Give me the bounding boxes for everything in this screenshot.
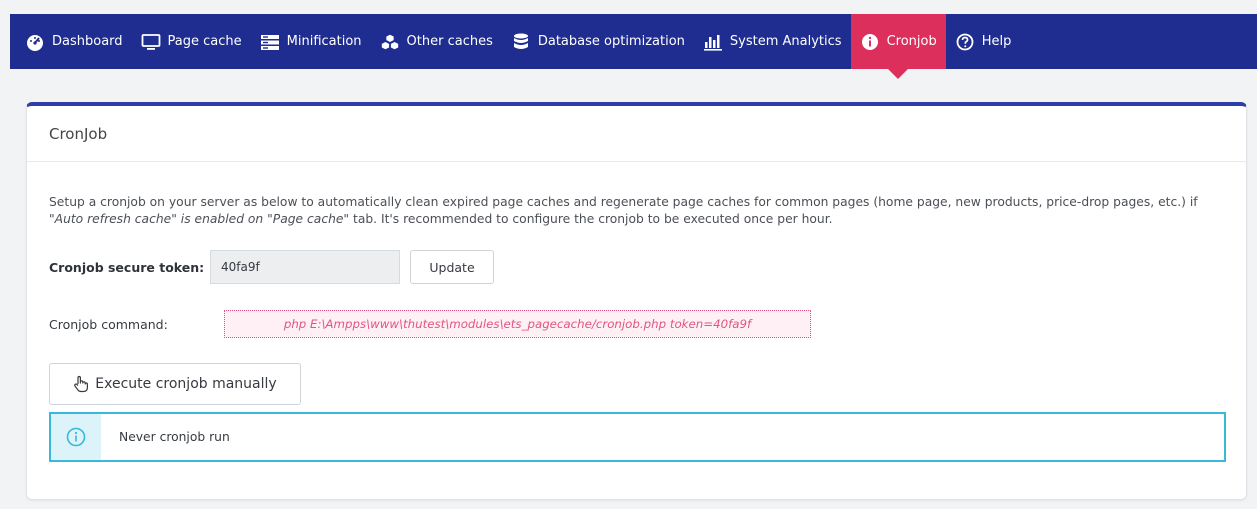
- nav-tab-system-analytics[interactable]: System Analytics: [694, 14, 851, 69]
- secure-token-input[interactable]: [210, 250, 400, 284]
- description-emphasis: "Auto refresh cache" is enabled on "Page…: [49, 212, 350, 226]
- monitor-icon: [141, 32, 161, 52]
- cubes-icon: [380, 32, 400, 52]
- description-text-end: tab. It's recommended to configure the c…: [349, 212, 833, 226]
- cronjob-command-label: Cronjob command:: [49, 316, 168, 332]
- database-icon: [511, 32, 531, 52]
- execute-cronjob-button[interactable]: Execute cronjob manually: [49, 363, 301, 405]
- nav-tab-label: Dashboard: [52, 34, 123, 49]
- cronjob-description: Setup a cronjob on your server as below …: [49, 194, 1229, 228]
- nav-tab-label: Other caches: [406, 34, 493, 49]
- secure-token-row: Cronjob secure token: Update: [49, 249, 494, 285]
- cronjob-command-row: Cronjob command: php E:\Ampps\www\thutes…: [49, 309, 811, 339]
- nav-tab-other-caches[interactable]: Other caches: [371, 14, 502, 69]
- nav-tab-label: Page cache: [167, 34, 242, 49]
- cronjob-panel: CronJob Setup a cronjob on your server a…: [26, 102, 1247, 500]
- panel-title: CronJob: [27, 106, 1246, 162]
- top-navigation: Dashboard Page cache Minification Other …: [10, 14, 1257, 79]
- nav-tab-label: Help: [981, 34, 1012, 49]
- nav-tab-label: Minification: [286, 34, 362, 49]
- nav-tab-page-cache[interactable]: Page cache: [132, 14, 251, 69]
- nav-tab-dashboard[interactable]: Dashboard: [16, 14, 132, 69]
- nav-tab-label: Database optimization: [537, 34, 685, 49]
- nav-tab-label: System Analytics: [729, 34, 842, 49]
- cronjob-status-text: Never cronjob run: [119, 430, 230, 444]
- secure-token-label: Cronjob secure token:: [49, 259, 205, 275]
- help-icon: [955, 32, 975, 52]
- bar-chart-icon: [703, 32, 723, 52]
- dashboard-icon: [25, 32, 45, 52]
- nav-tab-help[interactable]: Help: [946, 14, 1021, 69]
- nav-tab-cronjob[interactable]: Cronjob: [850, 14, 946, 79]
- info-icon: [860, 32, 880, 52]
- nav-tab-database-optimization[interactable]: Database optimization: [502, 14, 694, 69]
- update-button[interactable]: Update: [410, 250, 494, 284]
- cronjob-status-alert: Never cronjob run: [49, 412, 1226, 462]
- info-circle-icon: [51, 414, 101, 460]
- hand-pointer-icon: [73, 375, 89, 393]
- description-text: Setup a cronjob on your server as below …: [49, 195, 1198, 209]
- cronjob-command-value: php E:\Ampps\www\thutest\modules\ets_pag…: [224, 310, 811, 338]
- nav-tab-minification[interactable]: Minification: [251, 14, 371, 69]
- server-icon: [260, 32, 280, 52]
- nav-tab-label: Cronjob: [886, 34, 937, 49]
- execute-cronjob-label: Execute cronjob manually: [95, 376, 277, 392]
